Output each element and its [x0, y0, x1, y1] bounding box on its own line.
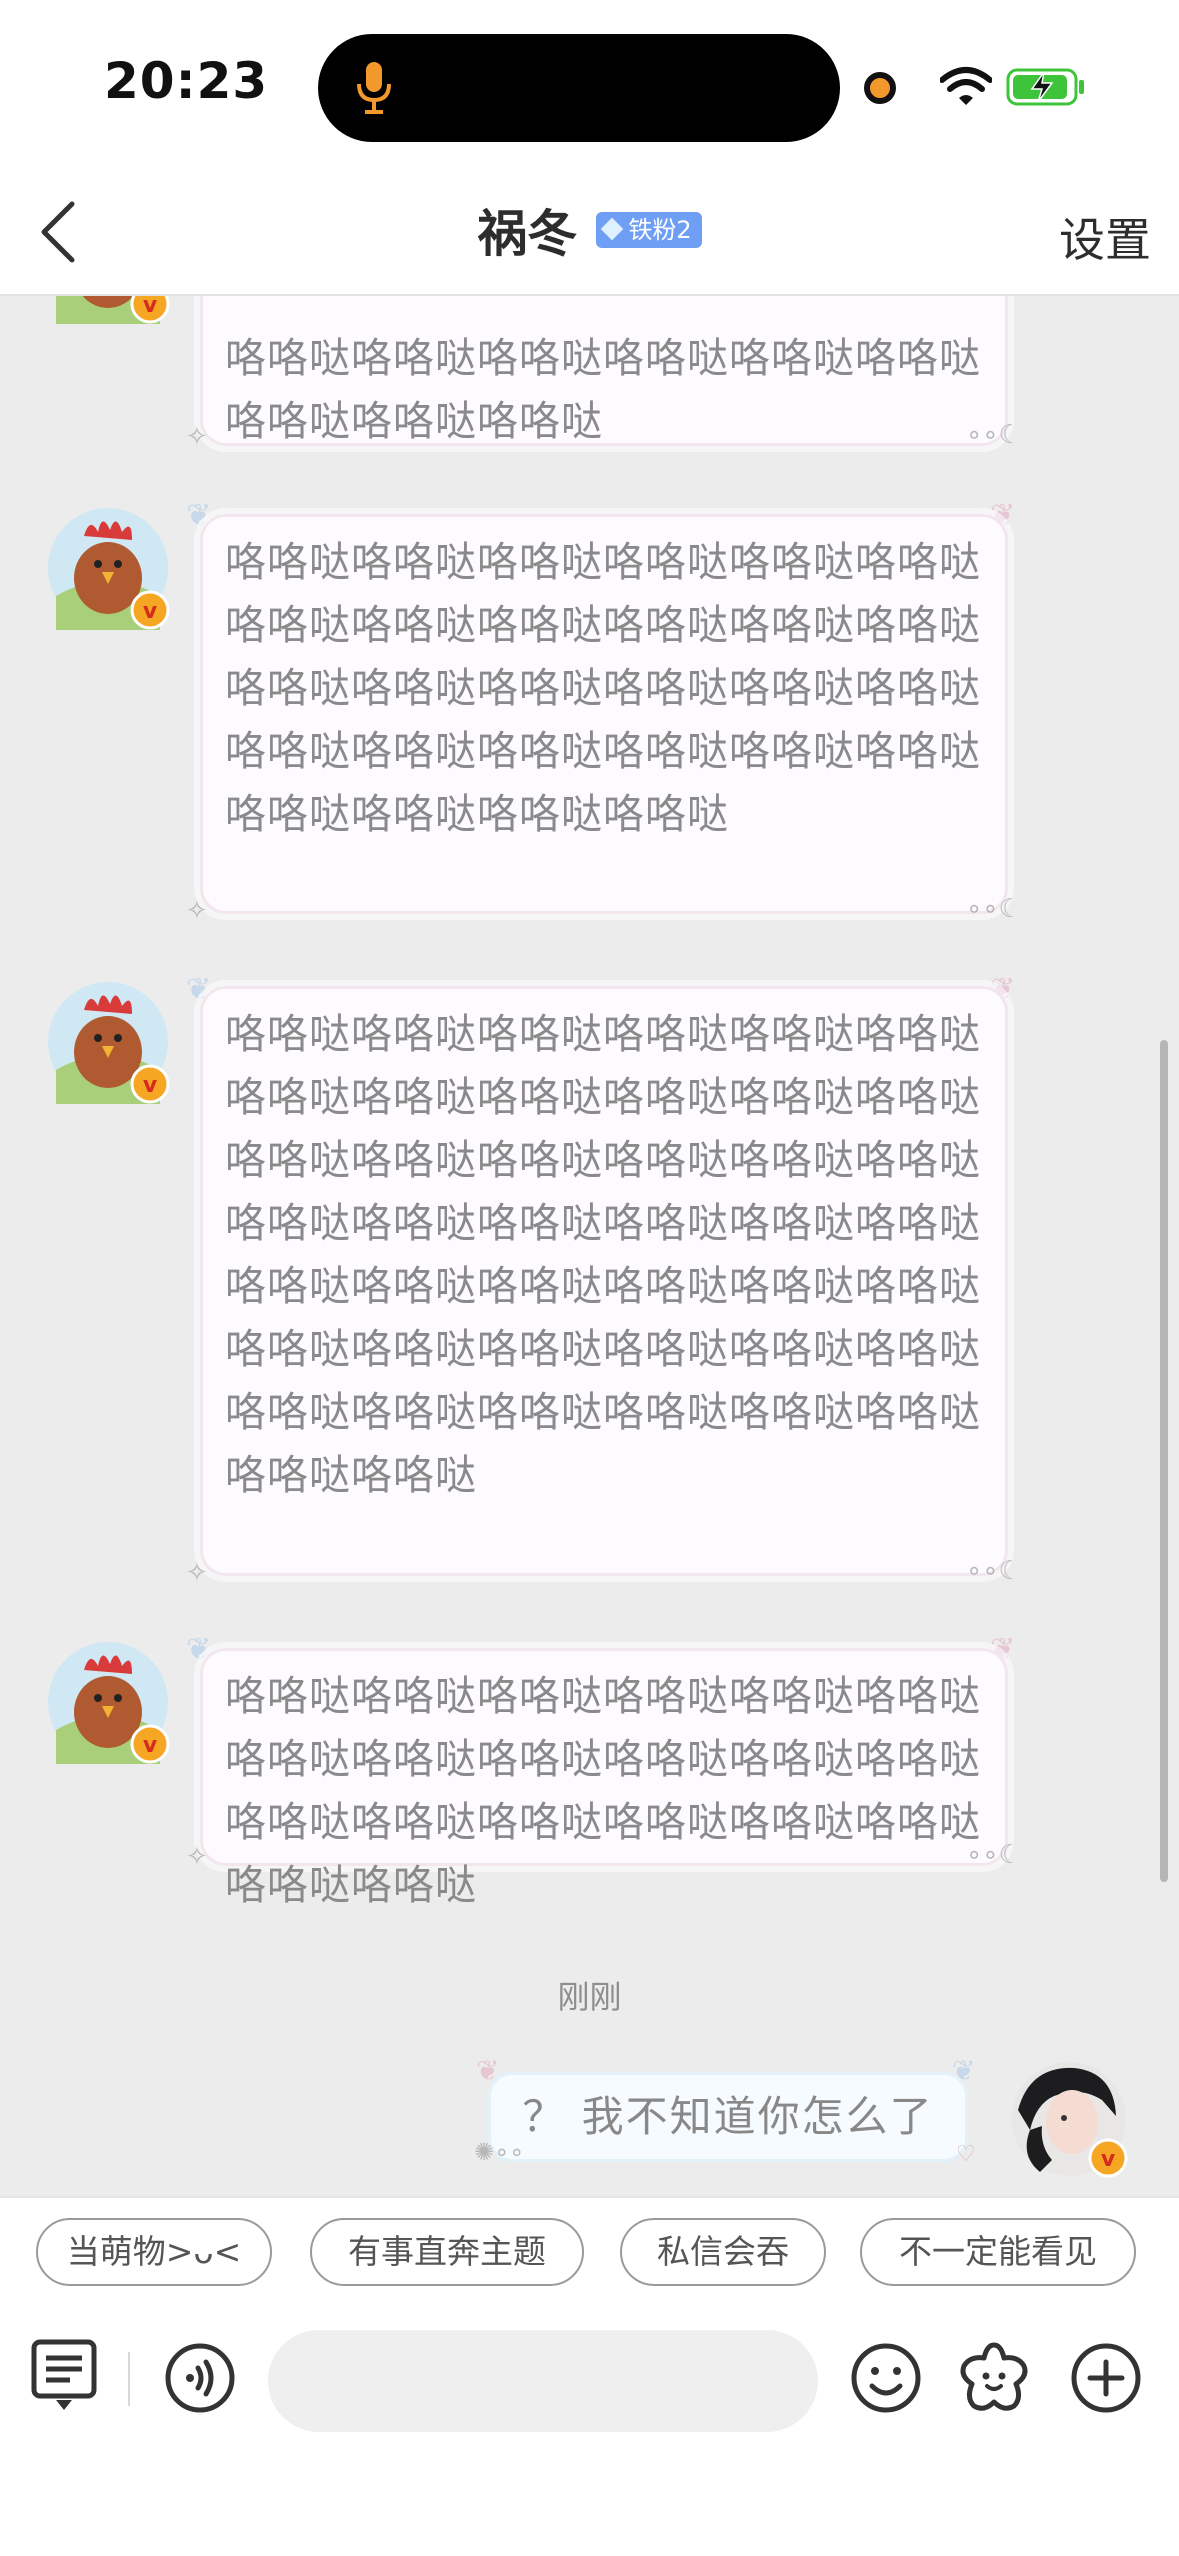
svg-text:v: v — [143, 296, 158, 318]
status-bar: 20:23 — [0, 0, 1179, 170]
wifi-icon — [940, 67, 992, 105]
message-timestamp: 刚刚 — [557, 1978, 622, 2016]
status-time: 20:23 — [104, 52, 269, 110]
camera-indicator-icon — [864, 72, 896, 104]
emoji-icon[interactable] — [850, 2342, 922, 2414]
sticker-icon[interactable] — [956, 2340, 1032, 2416]
scrollbar[interactable] — [1160, 1040, 1168, 1882]
settings-button[interactable]: 设置 — [1059, 204, 1151, 270]
svg-text:v: v — [1101, 2147, 1116, 2172]
plus-icon[interactable] — [1070, 2342, 1142, 2414]
rooster-avatar[interactable]: v — [46, 1640, 170, 1764]
quick-reply-chip[interactable]: 当萌物>ᴗ< — [36, 2218, 272, 2286]
moon-icon: ∘∘☾ — [966, 420, 1022, 450]
message-text: 咯咯哒咯咯哒咯咯哒咯咯哒咯咯哒咯咯哒咯咯哒咯咯哒咯咯哒咯咯哒咯咯哒咯咯哒咯咯哒咯… — [225, 538, 981, 838]
moon-icon: ∘∘☾ — [966, 1556, 1022, 1586]
diamond-icon — [601, 217, 624, 241]
rooster-avatar[interactable]: v — [46, 980, 170, 1104]
message-bubble[interactable]: 咯咯哒咯咯哒咯咯哒咯咯哒咯咯哒咯咯哒咯咯哒咯咯哒咯咯哒咯咯哒咯咯哒咯咯哒咯咯哒咯… — [200, 514, 1008, 914]
dynamic-island — [318, 34, 840, 142]
user-avatar[interactable]: v — [1010, 2060, 1128, 2178]
sparkle-icon: ✧ — [186, 1842, 208, 1872]
fan-badge-label: 铁粉2 — [628, 216, 692, 244]
input-bar — [0, 2306, 1179, 2556]
rooster-avatar[interactable]: v — [46, 506, 170, 630]
quick-reply-chip[interactable]: 私信会吞 — [620, 2218, 826, 2286]
my-message-text: ？ 我不知道你怎么了 — [522, 2092, 934, 2141]
message-input[interactable] — [268, 2330, 818, 2432]
sparkle-icon: ✧ — [186, 422, 208, 452]
title-area: 祸冬 铁粉2 — [0, 194, 1179, 266]
moon-icon: ∘∘☾ — [966, 894, 1022, 924]
chat-header: 祸冬 铁粉2 设置 — [0, 170, 1179, 296]
message-text: 咯咯哒咯咯哒咯咯哒咯咯哒咯咯哒咯咯哒咯咯哒咯咯哒咯咯哒咯咯哒咯咯哒咯咯哒咯咯哒咯… — [225, 1672, 981, 1909]
sparkle-icon: ✧ — [186, 1558, 208, 1588]
message-list[interactable]: v 咯咯哒咯咯哒咯咯哒咯咯哒咯咯哒咯咯哒咯咯哒咯咯哒咯咯哒 ✧ ∘∘☾ v ❦ … — [0, 296, 1179, 2194]
input-divider — [128, 2352, 130, 2406]
sparkle-icon: ✺∘∘ — [474, 2138, 525, 2166]
message-bubble[interactable]: 咯咯哒咯咯哒咯咯哒咯咯哒咯咯哒咯咯哒咯咯哒咯咯哒咯咯哒咯咯哒咯咯哒咯咯哒咯咯哒咯… — [200, 986, 1008, 1576]
message-text: 咯咯哒咯咯哒咯咯哒咯咯哒咯咯哒咯咯哒咯咯哒咯咯哒咯咯哒 — [225, 334, 981, 445]
heart-icon: ♡ — [956, 2142, 976, 2167]
message-bubble[interactable]: 咯咯哒咯咯哒咯咯哒咯咯哒咯咯哒咯咯哒咯咯哒咯咯哒咯咯哒咯咯哒咯咯哒咯咯哒咯咯哒咯… — [200, 1648, 1008, 1909]
sparkle-icon: ✧ — [186, 896, 208, 926]
svg-text:v: v — [143, 599, 158, 624]
page-title[interactable]: 祸冬 — [477, 205, 577, 263]
quick-reply-bar: 当萌物>ᴗ< 有事直奔主题 私信会吞 不一定能看见 — [0, 2196, 1179, 2308]
voice-icon[interactable] — [164, 2342, 236, 2414]
quick-reply-chip[interactable]: 有事直奔主题 — [310, 2218, 584, 2286]
fan-level-badge: 铁粉2 — [596, 212, 702, 248]
rooster-avatar[interactable]: v — [46, 296, 170, 324]
svg-text:v: v — [143, 1073, 158, 1098]
quick-reply-chip[interactable]: 不一定能看见 — [860, 2218, 1136, 2286]
mic-icon — [357, 62, 391, 114]
menu-keyboard-icon[interactable] — [30, 2338, 98, 2414]
svg-text:v: v — [143, 1733, 158, 1758]
message-bubble[interactable]: 咯咯哒咯咯哒咯咯哒咯咯哒咯咯哒咯咯哒咯咯哒咯咯哒咯咯哒 — [200, 296, 1008, 446]
my-message-bubble[interactable]: ？ 我不知道你怎么了 — [488, 2072, 968, 2162]
battery-charging-icon — [1006, 68, 1084, 106]
message-text: 咯咯哒咯咯哒咯咯哒咯咯哒咯咯哒咯咯哒咯咯哒咯咯哒咯咯哒咯咯哒咯咯哒咯咯哒咯咯哒咯… — [225, 1010, 981, 1499]
moon-icon: ∘∘☾ — [966, 1840, 1022, 1870]
